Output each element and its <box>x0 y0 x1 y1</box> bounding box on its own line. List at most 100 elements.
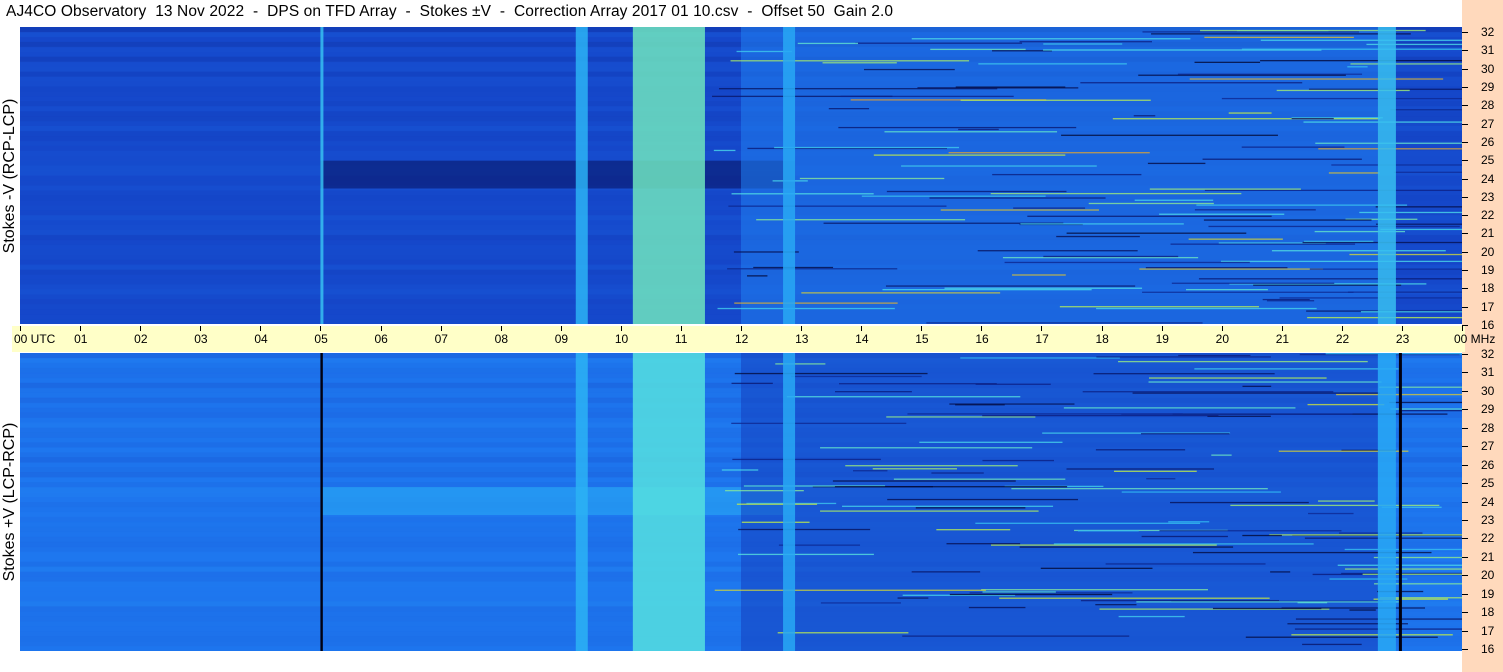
emission-streak <box>1146 478 1176 480</box>
frequency-tick-mark <box>1462 325 1468 326</box>
time-band <box>783 27 796 324</box>
emission-streak <box>919 441 1063 443</box>
frequency-tick-mark <box>1462 86 1468 88</box>
emission-streak <box>832 480 1016 482</box>
time-tick-mark <box>80 326 82 331</box>
time-tick-mark <box>1101 326 1103 331</box>
frequency-tick-label: 19 <box>1481 263 1495 278</box>
bottom-spectrogram-plot <box>20 353 1462 651</box>
emission-streak <box>861 195 1046 197</box>
emission-streak <box>845 465 1018 467</box>
emission-streak <box>741 521 810 523</box>
emission-streak <box>1194 209 1316 211</box>
emission-streak <box>1118 615 1185 618</box>
emission-streak <box>1245 636 1438 638</box>
frequency-tick-mark <box>1462 105 1468 107</box>
time-tick-mark <box>1221 326 1223 331</box>
emission-streak <box>1347 291 1462 293</box>
frequency-tick-mark <box>1462 306 1468 308</box>
frequency-tick-mark <box>1462 288 1468 290</box>
emission-streak <box>990 192 1242 195</box>
time-tick-mark <box>1462 326 1463 331</box>
emission-streak <box>1136 601 1399 603</box>
frequency-tick-mark <box>1462 50 1468 52</box>
frequency-tick-mark <box>1462 409 1468 411</box>
time-tick-label: 00 MHz <box>1454 332 1496 346</box>
time-tick-mark <box>1341 326 1343 331</box>
emission-streak <box>738 528 871 531</box>
emission-streak <box>944 287 1143 289</box>
frequency-tick-label: 16 <box>1481 318 1495 332</box>
emission-streak <box>1134 199 1214 201</box>
emission-streak <box>1203 219 1372 221</box>
emission-streak <box>885 285 1136 287</box>
frequency-tick-mark <box>1462 519 1468 521</box>
frequency-tick-mark <box>1462 178 1468 180</box>
frequency-tick-mark <box>1462 251 1468 253</box>
time-tick-mark <box>1401 326 1403 331</box>
bottom-spectrogram-panel <box>20 353 1462 651</box>
frequency-tick-label: 26 <box>1481 134 1495 149</box>
emission-streak <box>1390 109 1462 111</box>
emission-streak <box>839 383 997 385</box>
frequency-tick-mark <box>1462 123 1468 125</box>
emission-streak <box>1121 491 1281 493</box>
time-band <box>632 27 705 324</box>
emission-streak <box>747 275 768 277</box>
frequency-tick-mark <box>1462 233 1468 235</box>
time-tick-label: 19 <box>1155 332 1169 346</box>
emission-streak <box>822 62 897 64</box>
frequency-tick-mark <box>1462 270 1468 272</box>
time-tick-label: 15 <box>915 332 929 346</box>
time-band <box>632 353 705 651</box>
emission-streak <box>1142 291 1354 293</box>
time-tick-label: 01 <box>74 332 88 346</box>
emission-streak <box>734 372 928 375</box>
frequency-tick-label: 28 <box>1481 98 1495 113</box>
emission-streak <box>1362 573 1462 575</box>
emission-streak <box>1202 158 1362 160</box>
emission-streak <box>1401 410 1462 412</box>
emission-streak <box>1149 188 1301 190</box>
emission-streak <box>1271 250 1446 252</box>
emission-streak <box>731 422 907 425</box>
emission-streak <box>1241 146 1345 148</box>
emission-streak <box>1095 449 1186 451</box>
emission-streak <box>853 470 888 472</box>
frequency-tick-label: 22 <box>1481 531 1495 546</box>
emission-streak <box>774 146 960 149</box>
emission-streak <box>734 302 898 304</box>
emission-streak <box>968 606 1026 609</box>
emission-streak <box>1012 274 1066 276</box>
emission-streak <box>820 447 1033 449</box>
emission-streak <box>929 197 1106 199</box>
emission-streak <box>911 571 981 573</box>
time-tick-mark <box>320 326 322 331</box>
emission-streak <box>717 307 895 310</box>
time-tick-label: 21 <box>1275 332 1290 346</box>
frequency-tick-label: 21 <box>1481 226 1495 241</box>
emission-streak <box>1027 215 1272 217</box>
emission-streak <box>777 632 909 634</box>
time-tick-mark <box>921 326 923 331</box>
emission-streak <box>1011 488 1268 490</box>
top-spectrogram-panel <box>20 27 1462 324</box>
frequency-tick-label: 17 <box>1481 299 1495 314</box>
frequency-tick-mark <box>1462 501 1468 503</box>
frequency-tick-label: 24 <box>1481 171 1495 186</box>
emission-streak <box>931 472 984 474</box>
time-tick-label: 22 <box>1335 332 1350 346</box>
emission-streak <box>991 544 1217 546</box>
emission-streak <box>786 396 1021 398</box>
time-band <box>783 353 796 651</box>
emission-streak <box>842 505 1054 507</box>
time-band <box>320 353 323 651</box>
time-tick-mark <box>1281 326 1283 331</box>
emission-streak <box>1066 468 1215 470</box>
emission-streak <box>1159 530 1342 532</box>
emission-streak <box>1291 634 1453 636</box>
time-tick-label: 11 <box>674 332 688 346</box>
time-tick-label: 07 <box>434 332 448 346</box>
emission-streak <box>1350 63 1462 65</box>
time-tick-mark <box>861 326 863 331</box>
